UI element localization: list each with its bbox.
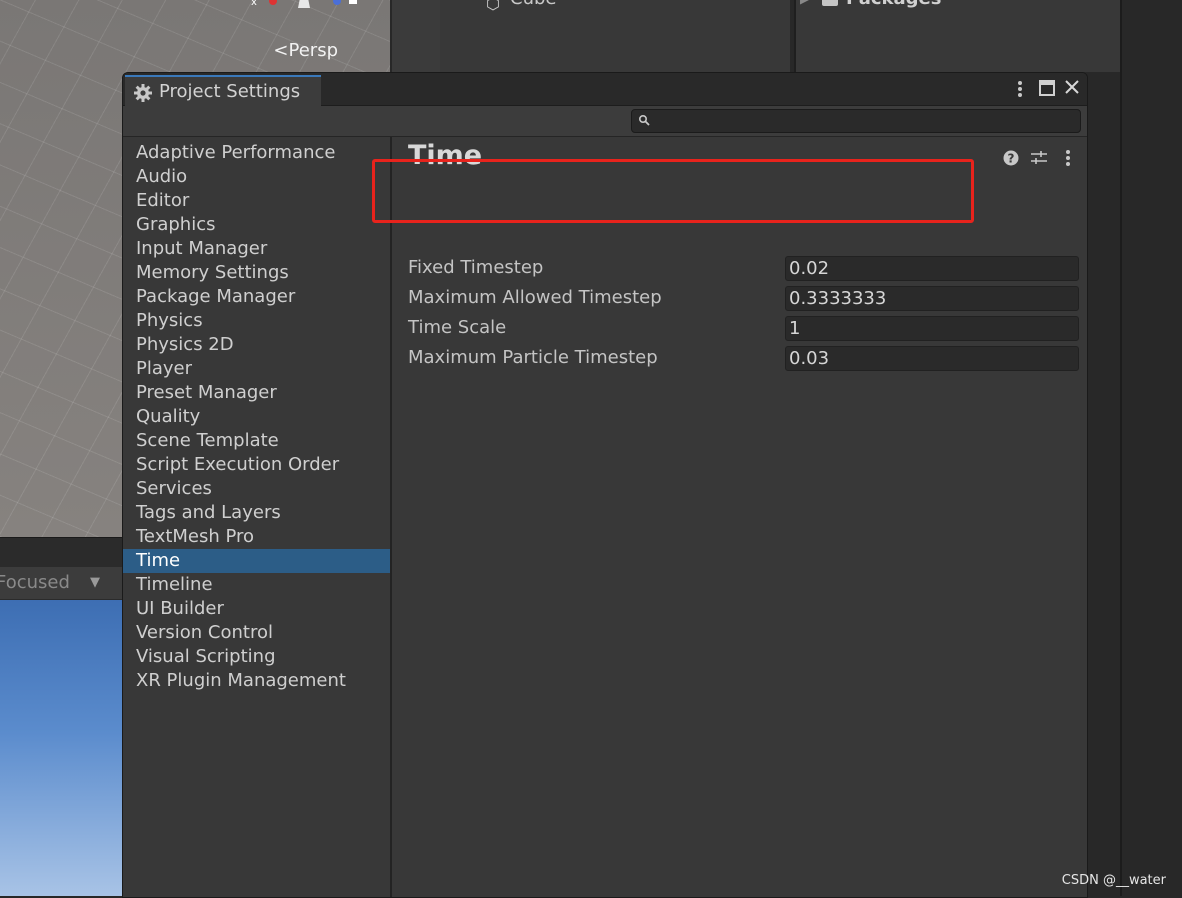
sidebar-item-adaptive-performance[interactable]: Adaptive Performance <box>123 141 390 165</box>
field-label-maximum-particle-timestep: Maximum Particle Timestep <box>408 347 658 368</box>
field-label-fixed-timestep: Fixed Timestep <box>408 257 544 278</box>
perspective-chevron-icon: < <box>273 40 289 61</box>
settings-menu-icon[interactable] <box>1062 148 1074 168</box>
search-text-field[interactable] <box>656 110 1074 132</box>
svg-text:x: x <box>251 0 257 8</box>
sidebar-item-graphics[interactable]: Graphics <box>123 213 390 237</box>
project-folder-packages[interactable]: Packages <box>846 0 941 9</box>
sidebar-item-script-execution-order[interactable]: Script Execution Order <box>123 453 390 477</box>
sidebar-item-editor[interactable]: Editor <box>123 189 390 213</box>
dropdown-arrow-icon[interactable]: ▼ <box>90 575 100 590</box>
sidebar-item-time[interactable]: Time <box>123 549 390 573</box>
sidebar-item-textmesh-pro[interactable]: TextMesh Pro <box>123 525 390 549</box>
sidebar-item-package-manager[interactable]: Package Manager <box>123 285 390 309</box>
sidebar-item-input-manager[interactable]: Input Manager <box>123 237 390 261</box>
sidebar-item-audio[interactable]: Audio <box>123 165 390 189</box>
settings-content: Time ? Fixed Timestep Maximum Allowed Ti… <box>392 137 1087 897</box>
window-menu-icon[interactable] <box>1012 78 1028 100</box>
sidebar-item-xr-plugin-management[interactable]: XR Plugin Management <box>123 669 390 693</box>
sidebar-item-quality[interactable]: Quality <box>123 405 390 429</box>
sidebar-item-physics-2d[interactable]: Physics 2D <box>123 333 390 357</box>
time-scale-input[interactable] <box>785 316 1079 341</box>
sidebar-item-memory-settings[interactable]: Memory Settings <box>123 261 390 285</box>
inspector-panel <box>1120 0 1182 896</box>
project-panel <box>794 0 1122 72</box>
folder-icon <box>822 0 838 6</box>
fixed-timestep-input[interactable] <box>785 256 1079 281</box>
persp-label[interactable]: <Persp <box>273 40 338 61</box>
gear-icon <box>134 84 152 102</box>
maximize-icon[interactable] <box>1039 80 1055 96</box>
sidebar-item-player[interactable]: Player <box>123 357 390 381</box>
sidebar-item-scene-template[interactable]: Scene Template <box>123 429 390 453</box>
sidebar-item-version-control[interactable]: Version Control <box>123 621 390 645</box>
field-label-maximum-allowed-timestep: Maximum Allowed Timestep <box>408 287 662 308</box>
sidebar-item-tags-and-layers[interactable]: Tags and Layers <box>123 501 390 525</box>
help-icon[interactable]: ? <box>1003 150 1019 166</box>
highlight-annotation <box>372 159 974 223</box>
expand-arrow-icon[interactable]: ▶ <box>800 0 809 6</box>
window-tab-bar: Project Settings <box>123 73 1087 107</box>
watermark: CSDN @__water <box>1061 873 1166 888</box>
window-title: Project Settings <box>159 81 301 102</box>
maximum-allowed-timestep-input[interactable] <box>785 286 1079 311</box>
search-icon <box>638 114 650 126</box>
hierarchy-item-cube[interactable]: Cube <box>510 0 556 9</box>
maximum-particle-timestep-input[interactable] <box>785 346 1079 371</box>
settings-sidebar: Adaptive Performance Audio Editor Graphics I… <box>123 137 390 897</box>
sidebar-item-timeline[interactable]: Timeline <box>123 573 390 597</box>
scene-gizmo-icon[interactable]: x <box>245 0 365 12</box>
sidebar-item-visual-scripting[interactable]: Visual Scripting <box>123 645 390 669</box>
preset-icon[interactable] <box>1030 149 1048 167</box>
svg-text:?: ? <box>1008 152 1015 166</box>
sidebar-item-physics[interactable]: Physics <box>123 309 390 333</box>
game-view <box>0 600 122 896</box>
search-input[interactable] <box>631 109 1081 133</box>
sidebar-item-ui-builder[interactable]: UI Builder <box>123 597 390 621</box>
close-icon[interactable] <box>1063 78 1081 96</box>
search-bar <box>123 106 1087 137</box>
cube-icon: ⬡ <box>486 0 500 13</box>
play-focused-dropdown[interactable]: Focused <box>0 572 70 593</box>
sidebar-item-services[interactable]: Services <box>123 477 390 501</box>
tab-project-settings[interactable]: Project Settings <box>125 75 321 107</box>
field-label-time-scale: Time Scale <box>408 317 507 338</box>
sidebar-item-preset-manager[interactable]: Preset Manager <box>123 381 390 405</box>
